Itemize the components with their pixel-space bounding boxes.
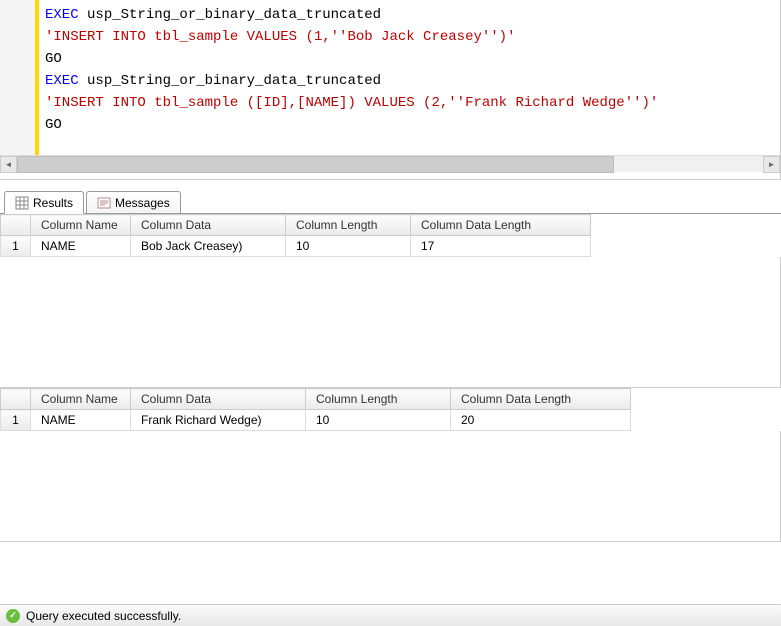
- results-table-2[interactable]: Column Name Column Data Column Length Co…: [0, 388, 631, 431]
- sql-code-area[interactable]: EXEC usp_String_or_binary_data_truncated…: [39, 0, 780, 155]
- tab-messages-label: Messages: [115, 196, 170, 210]
- col-header-datalength[interactable]: Column Data Length: [451, 389, 631, 410]
- cell-datalength[interactable]: 20: [451, 410, 631, 431]
- sql-editor-pane: EXEC usp_String_or_binary_data_truncated…: [0, 0, 781, 180]
- proc-name: usp_String_or_binary_data_truncated: [79, 73, 381, 89]
- scroll-thumb[interactable]: [17, 156, 614, 173]
- scroll-right-arrow[interactable]: ►: [763, 156, 780, 173]
- results-table-1[interactable]: Column Name Column Data Column Length Co…: [0, 214, 591, 257]
- cell-length[interactable]: 10: [306, 410, 451, 431]
- messages-icon: [97, 196, 111, 210]
- keyword-exec: EXEC: [45, 73, 79, 89]
- col-header-length[interactable]: Column Length: [286, 215, 411, 236]
- table-header-row: Column Name Column Data Column Length Co…: [1, 389, 631, 410]
- result-grid-2: Column Name Column Data Column Length Co…: [0, 388, 781, 542]
- horizontal-scrollbar[interactable]: ◄ ►: [0, 155, 780, 172]
- keyword-go: GO: [45, 117, 62, 133]
- cell-name[interactable]: NAME: [31, 410, 131, 431]
- success-check-icon: ✓: [6, 609, 20, 623]
- col-header-datalength[interactable]: Column Data Length: [411, 215, 591, 236]
- row-number[interactable]: 1: [1, 410, 31, 431]
- col-header-name[interactable]: Column Name: [31, 215, 131, 236]
- table-header-row: Column Name Column Data Column Length Co…: [1, 215, 591, 236]
- col-header-name[interactable]: Column Name: [31, 389, 131, 410]
- tab-messages[interactable]: Messages: [86, 191, 181, 213]
- cell-datalength[interactable]: 17: [411, 236, 591, 257]
- corner-cell[interactable]: [1, 389, 31, 410]
- col-header-data[interactable]: Column Data: [131, 389, 306, 410]
- col-header-data[interactable]: Column Data: [131, 215, 286, 236]
- string-literal: 'INSERT INTO tbl_sample VALUES (1,''Bob …: [45, 29, 515, 45]
- tab-results-label: Results: [33, 196, 73, 210]
- table-row[interactable]: 1 NAME Frank Richard Wedge) 10 20: [1, 410, 631, 431]
- result-grid-1: Column Name Column Data Column Length Co…: [0, 214, 781, 388]
- grid-empty-space: [0, 257, 781, 387]
- results-grid-icon: [15, 196, 29, 210]
- cell-name[interactable]: NAME: [31, 236, 131, 257]
- table-row[interactable]: 1 NAME Bob Jack Creasey) 10 17: [1, 236, 591, 257]
- col-header-length[interactable]: Column Length: [306, 389, 451, 410]
- results-tabs: Results Messages: [0, 186, 781, 214]
- cell-data[interactable]: Frank Richard Wedge): [131, 410, 306, 431]
- editor-gutter: [0, 0, 35, 155]
- keyword-go: GO: [45, 51, 62, 67]
- status-message: Query executed successfully.: [26, 609, 181, 623]
- proc-name: usp_String_or_binary_data_truncated: [79, 7, 381, 23]
- keyword-exec: EXEC: [45, 7, 79, 23]
- tab-results[interactable]: Results: [4, 191, 84, 214]
- status-bar: ✓ Query executed successfully.: [0, 604, 781, 626]
- grid-empty-space: [0, 431, 781, 541]
- cell-length[interactable]: 10: [286, 236, 411, 257]
- cell-data[interactable]: Bob Jack Creasey): [131, 236, 286, 257]
- row-number[interactable]: 1: [1, 236, 31, 257]
- string-literal: 'INSERT INTO tbl_sample ([ID],[NAME]) VA…: [45, 95, 658, 111]
- results-panel: Column Name Column Data Column Length Co…: [0, 214, 781, 542]
- corner-cell[interactable]: [1, 215, 31, 236]
- scroll-left-arrow[interactable]: ◄: [0, 156, 17, 173]
- scroll-track[interactable]: [17, 156, 763, 173]
